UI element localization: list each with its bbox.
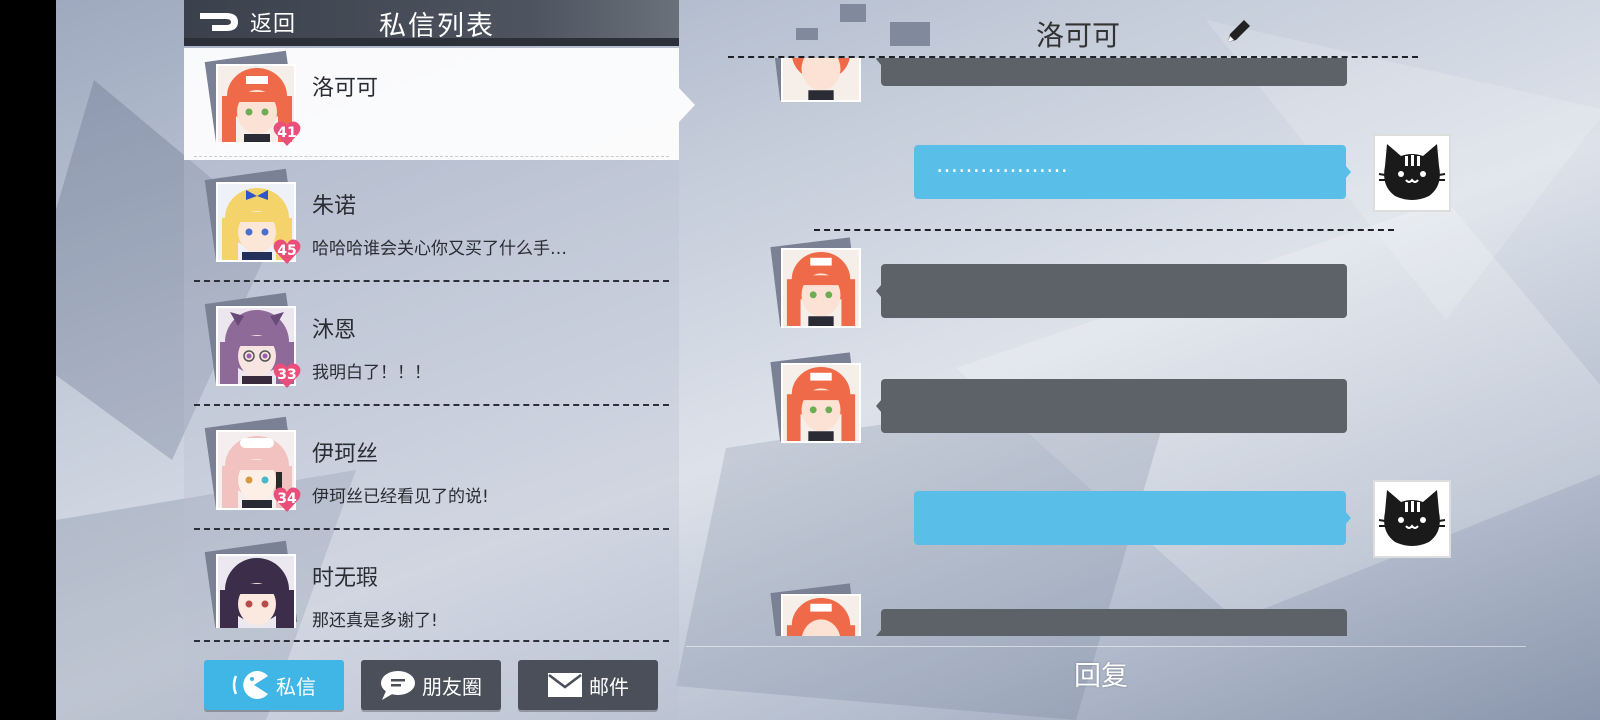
tab-label: 私信 — [276, 674, 316, 699]
tab-label: 朋友圈 — [422, 674, 482, 699]
chat-divider — [814, 229, 1394, 231]
back-button[interactable]: 返回 — [198, 6, 296, 38]
page-title: 私信列表 — [379, 11, 495, 42]
reply-button[interactable]: 回复 — [1074, 654, 1128, 693]
level-heart-badge: 45 — [272, 236, 302, 266]
chat-title: 洛可可 — [1036, 19, 1121, 52]
contact-item-shiwuxia[interactable]: 时无瑕 那还真是多谢了! — [184, 538, 679, 628]
back-arrow-icon — [200, 13, 238, 31]
avatar: 45 — [204, 168, 301, 264]
avatar: 34 — [204, 416, 301, 512]
contact-message-bubble — [876, 264, 1347, 318]
cat-avatar-icon — [1378, 490, 1446, 546]
player-avatar — [1373, 480, 1451, 558]
my-message-bubble — [914, 491, 1351, 545]
message-text: ……………… — [936, 153, 1068, 178]
chat-messages: ……………… — [696, 58, 1456, 636]
tab-private-message[interactable]: 私信 — [204, 660, 344, 710]
my-message-bubble: ……………… — [914, 145, 1351, 199]
contact-chat-avatar — [770, 352, 861, 443]
contact-last-message: 哈哈哈谁会关心你又买了什么手… — [312, 239, 567, 259]
glitch-square — [840, 4, 866, 22]
contact-name: 朱诺 — [312, 194, 357, 219]
contact-item-yikesi[interactable]: 34 伊珂丝 伊珂丝已经看见了的说! — [184, 414, 679, 536]
level-heart-badge: 34 — [272, 484, 302, 514]
level-heart-badge: 41 — [272, 118, 302, 148]
panel-header: 返回 私信列表 — [184, 0, 679, 46]
contact-name: 伊珂丝 — [312, 442, 379, 467]
tab-moments[interactable]: 朋友圈 — [361, 660, 501, 710]
pacman-chat-icon — [232, 671, 268, 699]
edit-button[interactable] — [1222, 16, 1254, 48]
contact-last-message: 那还真是多谢了! — [312, 611, 438, 628]
level-heart-badge: 33 — [272, 360, 302, 390]
contact-message-bubble — [876, 58, 1347, 86]
tab-label: 邮件 — [589, 674, 629, 699]
contact-name: 洛可可 — [312, 76, 379, 101]
contact-chat-avatar — [770, 58, 861, 102]
cat-avatar-icon — [1378, 144, 1446, 200]
contact-item-zhunuo[interactable]: 45 朱诺 哈哈哈谁会关心你又买了什么手… — [184, 166, 679, 288]
envelope-icon — [548, 673, 582, 697]
pencil-icon — [1228, 20, 1250, 42]
contact-item-muen[interactable]: 33 沐恩 我明白了！！！ — [184, 290, 679, 412]
back-label: 返回 — [250, 12, 297, 37]
game-screen: 返回 私信列表 41 洛可可 45 朱诺 哈哈哈谁会关心你又买了什么手… 33 … — [56, 0, 1600, 720]
contact-message-bubble — [876, 379, 1347, 433]
list-divider — [194, 640, 669, 642]
glitch-square — [796, 28, 818, 40]
contact-chat-avatar — [770, 237, 861, 328]
contact-name: 沐恩 — [312, 318, 357, 343]
selection-pointer — [679, 88, 695, 122]
bottom-tab-bar: 私信 朋友圈 邮件 — [184, 648, 679, 720]
contact-message-bubble — [876, 609, 1347, 636]
avatar: 33 — [204, 292, 301, 388]
glitch-square — [890, 22, 930, 46]
contact-last-message: 我明白了！！！ — [312, 363, 431, 383]
contact-item-luokeke[interactable]: 41 洛可可 — [184, 48, 679, 160]
contact-last-message: 伊珂丝已经看见了的说! — [312, 487, 489, 507]
contact-name: 时无瑕 — [312, 566, 379, 591]
player-avatar — [1373, 134, 1451, 212]
reply-bar-divider — [686, 646, 1526, 647]
avatar: 41 — [204, 50, 301, 146]
tab-mail[interactable]: 邮件 — [518, 660, 658, 710]
message-list-panel: 返回 私信列表 41 洛可可 45 朱诺 哈哈哈谁会关心你又买了什么手… 33 … — [184, 0, 679, 720]
avatar — [204, 540, 298, 628]
speech-bubble-icon — [381, 671, 415, 700]
contact-chat-avatar — [770, 583, 861, 636]
